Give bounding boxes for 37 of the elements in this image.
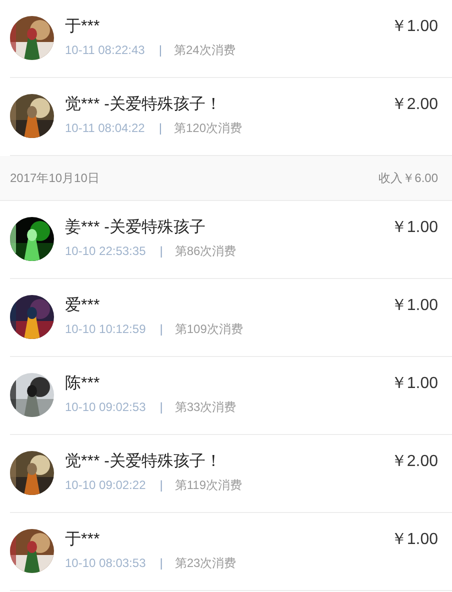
purchase-count: 第24次消费 [174, 42, 236, 59]
purchase-count: 第23次消费 [174, 555, 236, 572]
payment-time: 10-10 22:53:35 [65, 243, 146, 260]
separator: | [158, 42, 162, 59]
payment-amount: ￥2.00 [390, 452, 438, 472]
payment-amount: ￥1.00 [390, 17, 438, 37]
purchase-count: 第86次消费 [174, 243, 236, 260]
payment-time: 10-10 10:12:59 [65, 321, 146, 338]
separator: | [160, 555, 163, 572]
payer-name: 觉*** -关爱特殊孩子！ [65, 452, 222, 472]
payer-name: 姜*** -关爱特殊孩子 [65, 217, 206, 238]
payment-amount: ￥1.00 [390, 530, 438, 550]
payment-time: 10-10 08:03:53 [65, 555, 146, 572]
purchase-count: 第109次消费 [174, 321, 243, 338]
payer-name: 爱*** [65, 296, 101, 316]
separator: | [160, 243, 163, 260]
payment-time: 10-10 09:02:53 [65, 399, 146, 416]
day-income: 收入￥6.00 [378, 170, 438, 186]
purchase-count: 第119次消费 [174, 477, 242, 494]
payment-amount: ￥1.00 [390, 218, 438, 238]
payer-name: 于*** [65, 530, 101, 550]
purchase-count: 第33次消费 [174, 399, 236, 416]
separator: | [160, 321, 163, 338]
payment-time: 10-11 08:22:43 [65, 42, 145, 59]
payer-name: 觉*** -关爱特殊孩子！ [65, 94, 222, 115]
separator: | [158, 120, 162, 137]
separator: | [160, 477, 163, 494]
payment-time: 10-11 08:04:22 [65, 120, 145, 137]
separator: | [160, 399, 163, 416]
payment-amount: ￥1.00 [390, 296, 438, 316]
payment-amount: ￥1.00 [390, 374, 438, 394]
payer-name: 陈*** [65, 374, 101, 394]
payer-name: 于*** [65, 17, 101, 37]
payment-amount: ￥2.00 [390, 95, 438, 115]
purchase-count: 第120次消费 [174, 120, 242, 137]
payment-time: 10-10 09:02:22 [65, 477, 146, 494]
date-heading: 2017年10月10日 [10, 170, 100, 186]
